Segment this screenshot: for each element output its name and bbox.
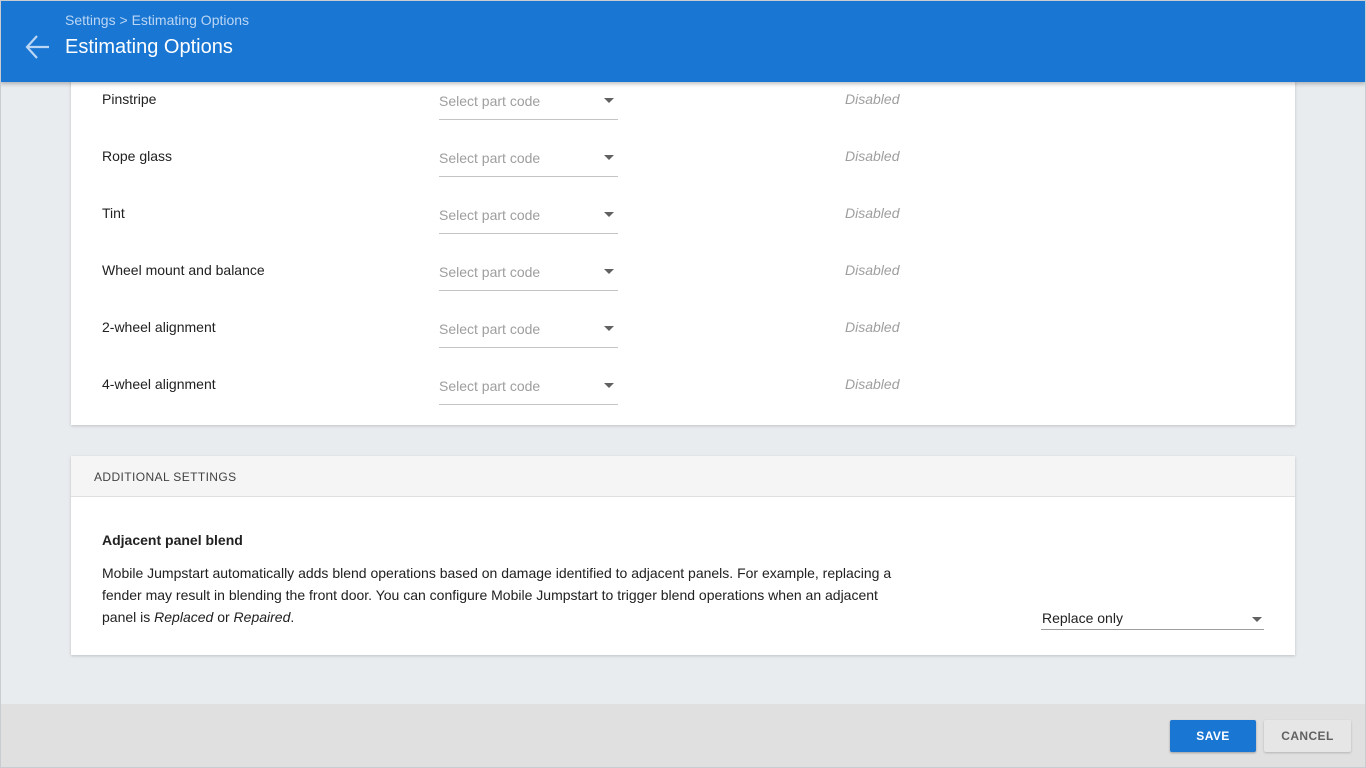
part-code-select[interactable]: Select part code <box>439 318 618 348</box>
part-code-select[interactable]: Select part code <box>439 204 618 234</box>
row-label: Tint <box>102 205 125 221</box>
dropdown-caret-icon <box>604 212 614 217</box>
part-code-row: 2-wheel alignment Select part code Disab… <box>71 296 1295 353</box>
row-label: Wheel mount and balance <box>102 262 265 278</box>
blend-trigger-select[interactable]: Replace only <box>1041 606 1264 630</box>
dropdown-caret-icon <box>604 383 614 388</box>
status-text: Disabled <box>845 262 900 278</box>
description-text: or <box>213 609 234 625</box>
breadcrumb-separator: > <box>119 12 128 28</box>
description-emphasis-repaired: Repaired <box>233 609 291 625</box>
part-codes-card: Pinstripe Select part code Disabled Rope… <box>71 60 1295 425</box>
select-placeholder: Select part code <box>439 321 541 337</box>
status-text: Disabled <box>845 319 900 335</box>
select-placeholder: Select part code <box>439 207 541 223</box>
app-header: Settings > Estimating Options Estimating… <box>0 0 1366 82</box>
back-button[interactable] <box>22 32 52 62</box>
page-title: Estimating Options <box>65 36 233 58</box>
dropdown-caret-icon <box>604 326 614 331</box>
setting-description: Mobile Jumpstart automatically adds blen… <box>102 562 902 628</box>
section-header: ADDITIONAL SETTINGS <box>71 456 1295 497</box>
breadcrumb-current: Estimating Options <box>131 12 250 28</box>
status-text: Disabled <box>845 205 900 221</box>
row-label: Pinstripe <box>102 91 157 107</box>
save-button[interactable]: SAVE <box>1170 720 1256 752</box>
part-code-row: Rope glass Select part code Disabled <box>71 125 1295 182</box>
part-code-select[interactable]: Select part code <box>439 90 618 120</box>
cancel-button[interactable]: CANCEL <box>1264 720 1351 752</box>
action-footer: SAVE CANCEL <box>0 704 1366 768</box>
row-label: 2-wheel alignment <box>102 319 216 335</box>
part-code-select[interactable]: Select part code <box>439 261 618 291</box>
select-placeholder: Select part code <box>439 93 541 109</box>
select-value: Replace only <box>1042 610 1123 626</box>
select-placeholder: Select part code <box>439 150 541 166</box>
dropdown-caret-icon <box>604 155 614 160</box>
part-code-row: 4-wheel alignment Select part code Disab… <box>71 353 1295 410</box>
dropdown-caret-icon <box>604 98 614 103</box>
section-title: ADDITIONAL SETTINGS <box>94 470 237 484</box>
dropdown-caret-icon <box>604 269 614 274</box>
status-text: Disabled <box>845 91 900 107</box>
status-text: Disabled <box>845 376 900 392</box>
description-emphasis-replaced: Replaced <box>154 609 214 625</box>
dropdown-caret-icon <box>1252 617 1262 622</box>
breadcrumb-root[interactable]: Settings <box>65 12 116 28</box>
arrow-left-icon[interactable] <box>22 32 52 62</box>
part-code-select[interactable]: Select part code <box>439 375 618 405</box>
part-code-select[interactable]: Select part code <box>439 147 618 177</box>
row-label: Rope glass <box>102 148 173 164</box>
breadcrumb: Settings > Estimating Options <box>65 12 249 28</box>
select-placeholder: Select part code <box>439 264 541 280</box>
part-code-row: Wheel mount and balance Select part code… <box>71 239 1295 296</box>
description-text: . <box>290 609 295 625</box>
row-label: 4-wheel alignment <box>102 376 216 392</box>
select-placeholder: Select part code <box>439 378 541 394</box>
setting-title: Adjacent panel blend <box>102 532 243 548</box>
part-code-row: Tint Select part code Disabled <box>71 182 1295 239</box>
status-text: Disabled <box>845 148 900 164</box>
additional-settings-card: ADDITIONAL SETTINGS Adjacent panel blend… <box>71 456 1295 655</box>
